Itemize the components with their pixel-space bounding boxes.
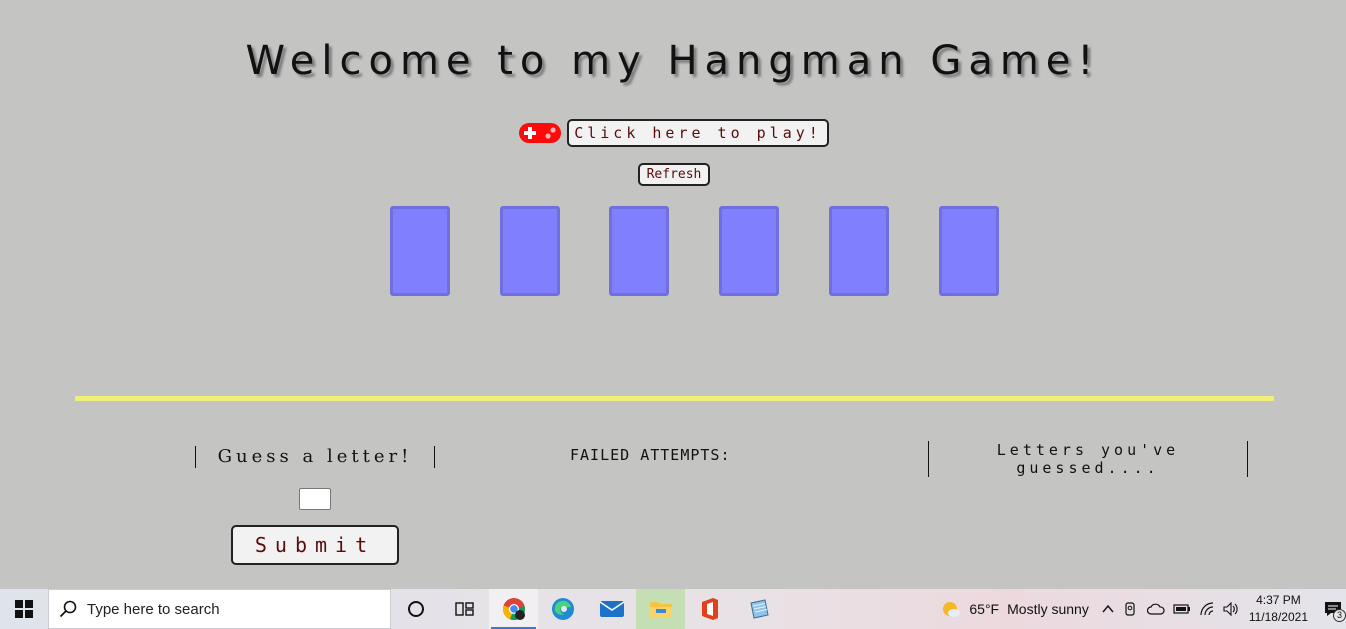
volume-icon[interactable]	[1223, 602, 1239, 616]
notifications-button[interactable]: 3	[1320, 589, 1346, 629]
page-title: Welcome to my Hangman Game!	[245, 38, 1101, 84]
divider	[75, 396, 1274, 401]
chevron-up-icon[interactable]	[1101, 602, 1115, 616]
guess-label: Guess a letter!	[195, 446, 435, 468]
weather-sun-icon	[943, 602, 961, 617]
clock-date: 11/18/2021	[1248, 610, 1308, 624]
tray-icons	[1101, 601, 1239, 617]
notification-count-badge: 3	[1333, 609, 1346, 622]
office-icon	[701, 598, 718, 620]
taskbar-app-file-explorer[interactable]	[636, 589, 685, 629]
weather-text: Mostly sunny	[1007, 601, 1089, 617]
letter-tile	[719, 206, 779, 296]
letters-guessed-label: Letters you've guessed....	[928, 441, 1248, 477]
taskbar-app-mail[interactable]	[587, 589, 636, 629]
gamepad-icon[interactable]	[518, 122, 562, 144]
task-view-button[interactable]	[440, 589, 489, 629]
cortana-icon	[407, 601, 424, 617]
letter-tile	[500, 206, 560, 296]
clock[interactable]: 4:37 PM 11/18/2021	[1249, 592, 1308, 626]
weather-temp: 65°F	[969, 601, 1000, 617]
system-tray: 65°F Mostly sunny 4:37 PM 11/18/2021 3	[941, 589, 1346, 629]
clock-time: 4:37 PM	[1256, 593, 1301, 607]
search-placeholder: Type here to search	[87, 600, 220, 618]
refresh-button[interactable]: Refresh	[638, 163, 710, 186]
wifi-icon[interactable]	[1199, 602, 1215, 616]
submit-button[interactable]: Submit	[231, 525, 399, 565]
taskbar-app-edge[interactable]	[538, 589, 587, 629]
page: Welcome to my Hangman Game! Click here t…	[0, 0, 1346, 629]
mail-icon	[599, 601, 624, 617]
notepad-icon	[749, 599, 769, 619]
letter-tile	[939, 206, 999, 296]
guess-input[interactable]	[299, 488, 331, 510]
cortana-button[interactable]	[391, 589, 440, 629]
letter-tile	[609, 206, 669, 296]
taskbar: Type here to search 65°F Mostly sunny 4:…	[0, 589, 1346, 629]
taskbar-search[interactable]: Type here to search	[48, 589, 391, 629]
taskbar-app-chrome[interactable]	[489, 589, 538, 629]
taskbar-app-office[interactable]	[685, 589, 734, 629]
chrome-icon	[502, 598, 525, 621]
letter-tile	[829, 206, 889, 296]
failed-attempts-label: FAILED ATTEMPTS:	[570, 446, 731, 464]
taskbar-app-notepad[interactable]	[734, 589, 783, 629]
folder-icon	[649, 602, 672, 617]
meet-now-icon[interactable]	[1123, 601, 1139, 617]
battery-icon[interactable]	[1173, 602, 1191, 616]
windows-icon	[15, 600, 33, 618]
letter-tile	[390, 206, 450, 296]
edge-icon	[551, 598, 574, 620]
search-icon	[59, 600, 77, 618]
onedrive-icon[interactable]	[1146, 602, 1165, 616]
task-view-icon	[454, 602, 474, 616]
play-button[interactable]: Click here to play!	[567, 119, 829, 147]
play-row: Click here to play!	[518, 118, 829, 148]
start-button[interactable]	[0, 589, 48, 629]
weather-widget[interactable]: 65°F Mostly sunny	[941, 599, 1089, 619]
